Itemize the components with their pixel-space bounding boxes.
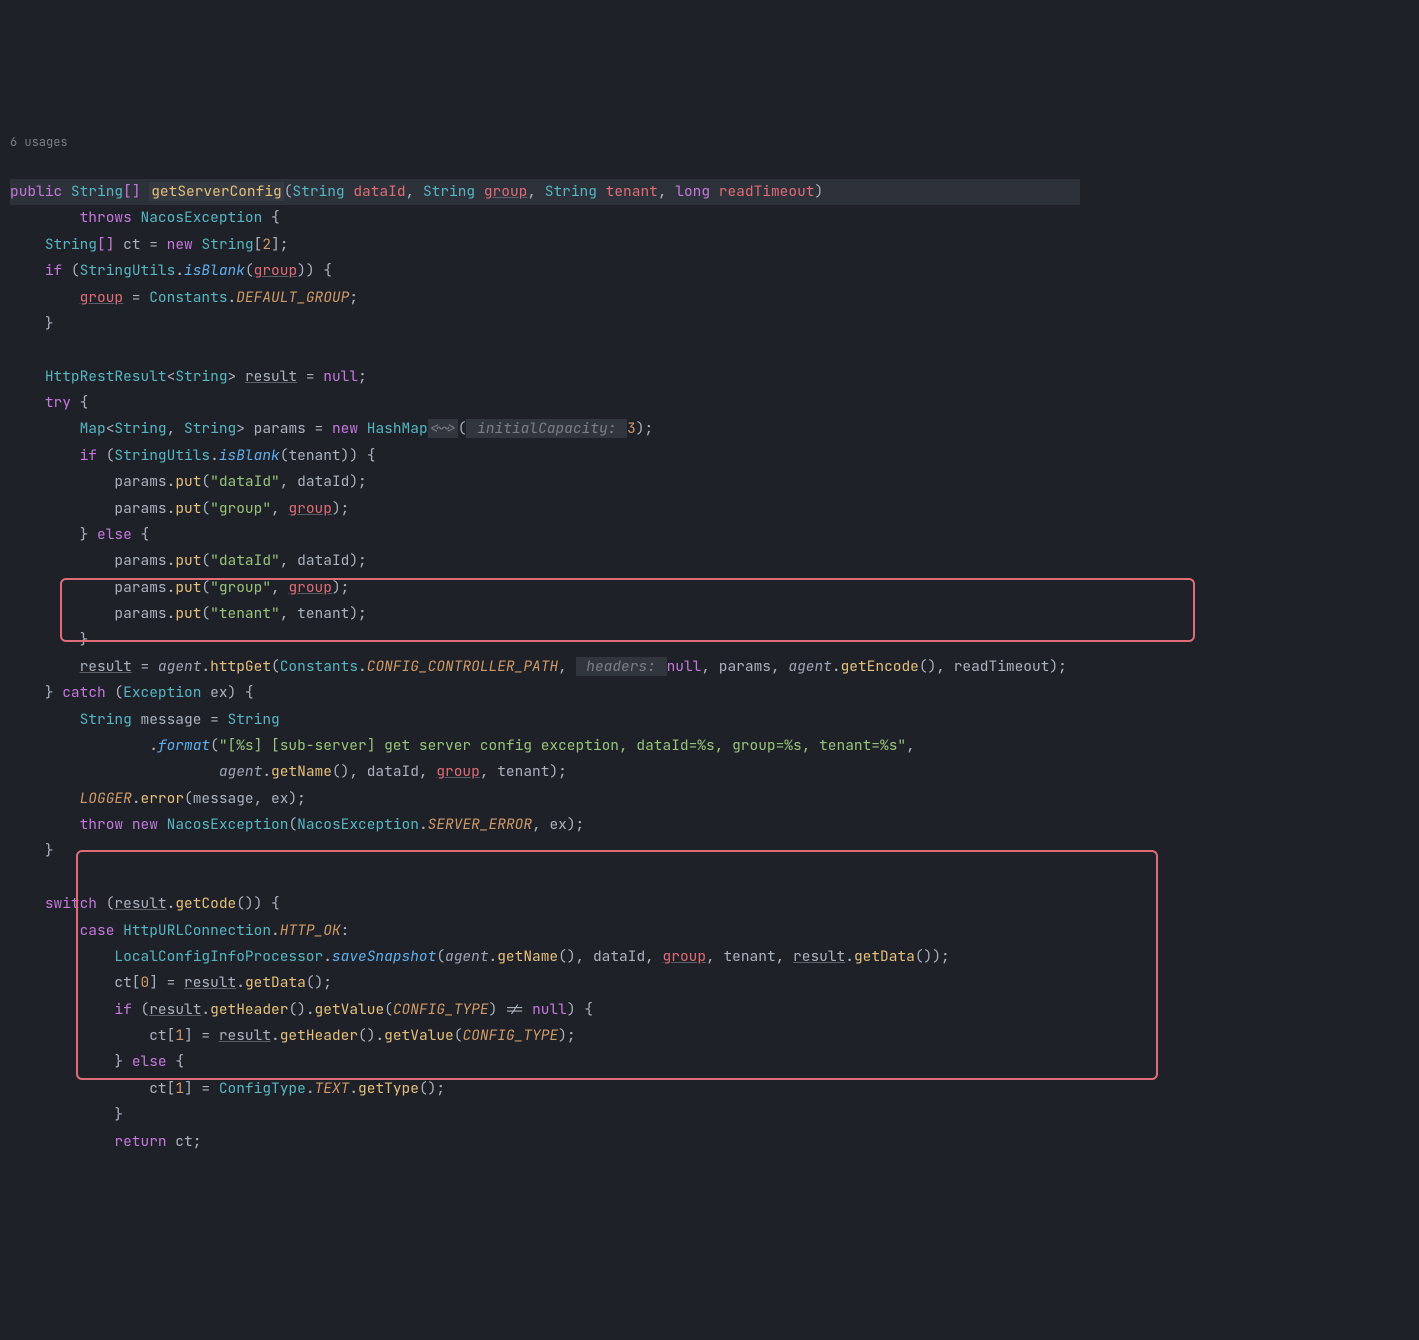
usages-hint[interactable]: 6 usages [10,132,1419,153]
code-editor[interactable]: 6 usages public String[] getServerConfig… [10,106,1419,1208]
method-signature-line: public String[] getServerConfig(String d… [10,179,1080,205]
